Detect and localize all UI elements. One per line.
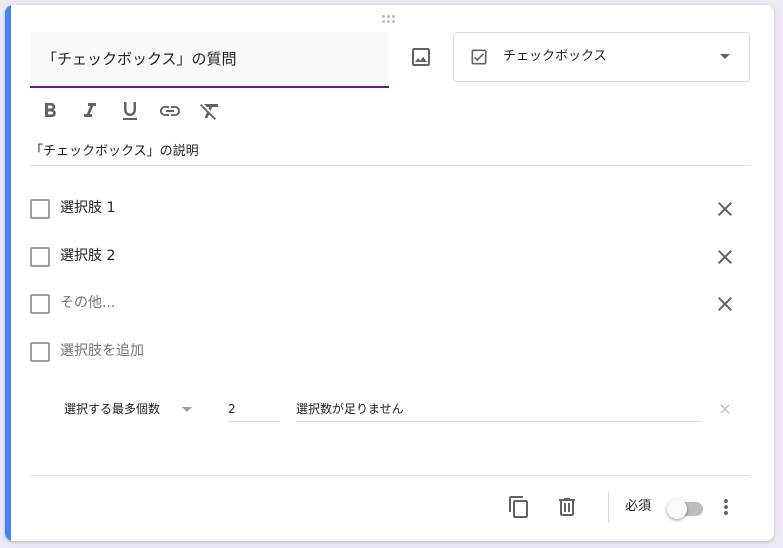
duplicate-icon[interactable] <box>507 495 531 519</box>
checkbox-icon <box>469 47 489 71</box>
option-checkbox <box>30 247 50 267</box>
validation-type-select[interactable]: 選択する最多個数 <box>64 399 160 419</box>
underline-icon[interactable] <box>118 99 142 123</box>
link-icon[interactable] <box>158 99 182 123</box>
option-checkbox <box>30 342 50 362</box>
footer-separator <box>608 491 609 523</box>
other-option-label: その他... <box>60 295 116 311</box>
option-row[interactable]: 選択肢 1 <box>30 197 750 221</box>
delete-icon[interactable] <box>555 495 579 519</box>
validation-number-input[interactable]: 2 <box>228 399 280 422</box>
close-validation-close-icon[interactable] <box>717 401 733 417</box>
italic-icon[interactable] <box>78 99 102 123</box>
response-validation-row: 選択する最多個数 2 選択数が足りません <box>64 399 744 429</box>
add-option-row[interactable]: 選択肢を追加 <box>30 340 750 364</box>
question-description-input[interactable]: 「チェックボックス」の説明 <box>30 141 750 166</box>
bold-icon[interactable] <box>38 99 62 123</box>
question-type-dropdown[interactable]: チェックボックス <box>453 32 750 82</box>
remove-option-close-icon[interactable] <box>713 245 737 269</box>
image-icon[interactable] <box>409 45 433 69</box>
clear-format-icon[interactable] <box>198 99 222 123</box>
question-card[interactable]: 「チェックボックス」の質問 チェックボックス 「チェックボックス」の説明 選択肢… <box>5 5 774 541</box>
remove-option-close-icon[interactable] <box>713 197 737 221</box>
required-label: 必須 <box>625 499 652 514</box>
dropdown-arrow-icon <box>720 54 730 59</box>
question-type-label: チェックボックス <box>503 49 607 64</box>
add-option-button[interactable]: 選択肢を追加 <box>60 340 144 362</box>
option-label[interactable]: 選択肢 1 <box>60 197 115 219</box>
option-checkbox <box>30 294 50 314</box>
question-title-input[interactable]: 「チェックボックス」の質問 <box>30 32 389 88</box>
more-options-icon[interactable] <box>714 495 738 519</box>
required-toggle[interactable] <box>667 499 703 519</box>
other-option-row[interactable]: その他... <box>30 292 750 316</box>
option-checkbox <box>30 199 50 219</box>
dropdown-arrow-icon[interactable] <box>182 407 192 412</box>
card-accent-bar <box>5 5 11 541</box>
validation-error-text-input[interactable]: 選択数が足りません <box>296 399 702 422</box>
option-row[interactable]: 選択肢 2 <box>30 245 750 269</box>
footer-divider <box>30 475 750 476</box>
option-label[interactable]: 選択肢 2 <box>60 245 115 267</box>
remove-option-close-icon[interactable] <box>713 292 737 316</box>
